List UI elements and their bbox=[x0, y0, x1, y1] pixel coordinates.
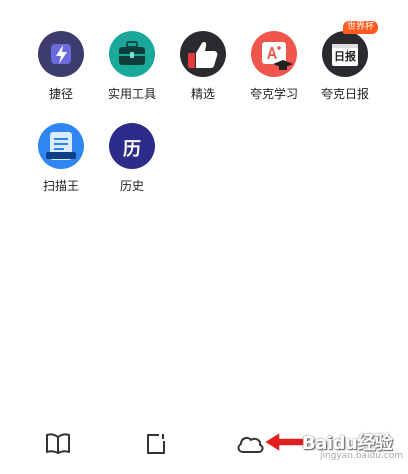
app-label: 夸克日报 bbox=[320, 87, 369, 101]
app-featured[interactable]: 精选 bbox=[163, 31, 243, 101]
app-tools[interactable]: 实用工具 bbox=[92, 31, 172, 101]
cloud-icon bbox=[237, 436, 264, 453]
history-icon-text: 历 bbox=[123, 139, 141, 160]
watermark-url: jingyan.baidu.com bbox=[320, 451, 404, 461]
baidu-watermark: Baidu经验 jingyan.baidu.com bbox=[262, 424, 403, 466]
book-icon bbox=[46, 433, 70, 454]
toolbox-icon bbox=[109, 31, 155, 77]
worldcup-badge: 世界杯 bbox=[342, 21, 378, 34]
app-label: 历史 bbox=[119, 179, 144, 193]
app-history[interactable]: 历 历史 bbox=[92, 123, 172, 193]
arrow-icon bbox=[262, 430, 305, 454]
scanner-icon bbox=[38, 123, 84, 169]
daily-icon-text: 日报 bbox=[334, 50, 356, 63]
tabs-icon bbox=[147, 434, 165, 454]
app-label: 实用工具 bbox=[107, 87, 156, 101]
app-grid: 捷径 实用工具 精选 夸克学习 日报 世界杯 夸克日报 扫描王 历 历史 bbox=[0, 0, 408, 220]
daily-news-icon: 日报 世界杯 bbox=[322, 21, 378, 77]
study-icon bbox=[251, 31, 297, 77]
tabs-tab[interactable] bbox=[138, 426, 174, 462]
bookmarks-tab[interactable] bbox=[40, 426, 76, 462]
thumbs-up-icon bbox=[180, 31, 226, 77]
app-label: 精选 bbox=[190, 87, 215, 101]
app-scanner[interactable]: 扫描王 bbox=[21, 123, 101, 193]
app-label: 捷径 bbox=[48, 87, 73, 101]
app-shortcut[interactable]: 捷径 bbox=[21, 31, 101, 101]
app-daily[interactable]: 日报 世界杯 夸克日报 bbox=[305, 21, 385, 101]
app-label: 扫描王 bbox=[42, 179, 79, 193]
app-label: 夸克学习 bbox=[249, 87, 298, 101]
app-study[interactable]: 夸克学习 bbox=[234, 31, 314, 101]
shortcut-icon bbox=[38, 31, 84, 77]
history-icon: 历 bbox=[109, 123, 155, 169]
